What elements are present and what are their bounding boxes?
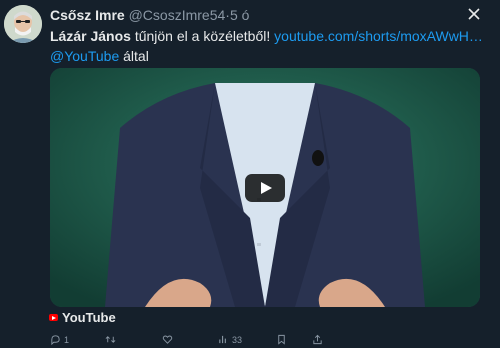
repost-button[interactable] (105, 334, 119, 345)
tweet-link[interactable]: youtube.com/shorts/moxAWwH… (274, 28, 483, 44)
youtube-icon (49, 314, 58, 321)
author-name[interactable]: Csősz Imre (50, 7, 125, 23)
like-button[interactable] (162, 334, 176, 345)
action-bar: 1 33 (50, 334, 490, 348)
views-count: 33 (232, 334, 243, 345)
tweet-header: Csősz Imre @CsoszImre54·5 ó (50, 6, 249, 24)
close-icon[interactable] (466, 6, 482, 22)
text-bold: Lázár János (50, 28, 131, 44)
bookmark-icon (278, 334, 285, 345)
reply-icon (51, 335, 60, 345)
text-body: tűnjön el a közéletből! (130, 28, 275, 44)
source-label: YouTube (62, 310, 116, 325)
tweet-time[interactable]: 5 ó (230, 7, 249, 23)
tweet-text: Lázár János tűnjön el a közéletből! yout… (50, 26, 490, 66)
like-icon (162, 335, 173, 344)
media-source[interactable]: YouTube (49, 310, 116, 325)
avatar-image (4, 5, 42, 43)
author-handle[interactable]: @CsoszImre54 (129, 7, 226, 23)
via-text: által (119, 48, 149, 64)
avatar[interactable] (4, 5, 42, 43)
share-icon (313, 334, 322, 345)
views-button[interactable]: 33 (218, 334, 242, 345)
reply-count: 1 (64, 334, 70, 345)
mention-link[interactable]: @YouTube (50, 48, 119, 64)
views-icon (219, 335, 226, 344)
share-button[interactable] (312, 334, 323, 345)
play-icon[interactable] (245, 174, 285, 202)
reply-button[interactable]: 1 (50, 334, 69, 345)
repost-icon (105, 336, 116, 343)
bookmark-button[interactable] (276, 334, 287, 345)
